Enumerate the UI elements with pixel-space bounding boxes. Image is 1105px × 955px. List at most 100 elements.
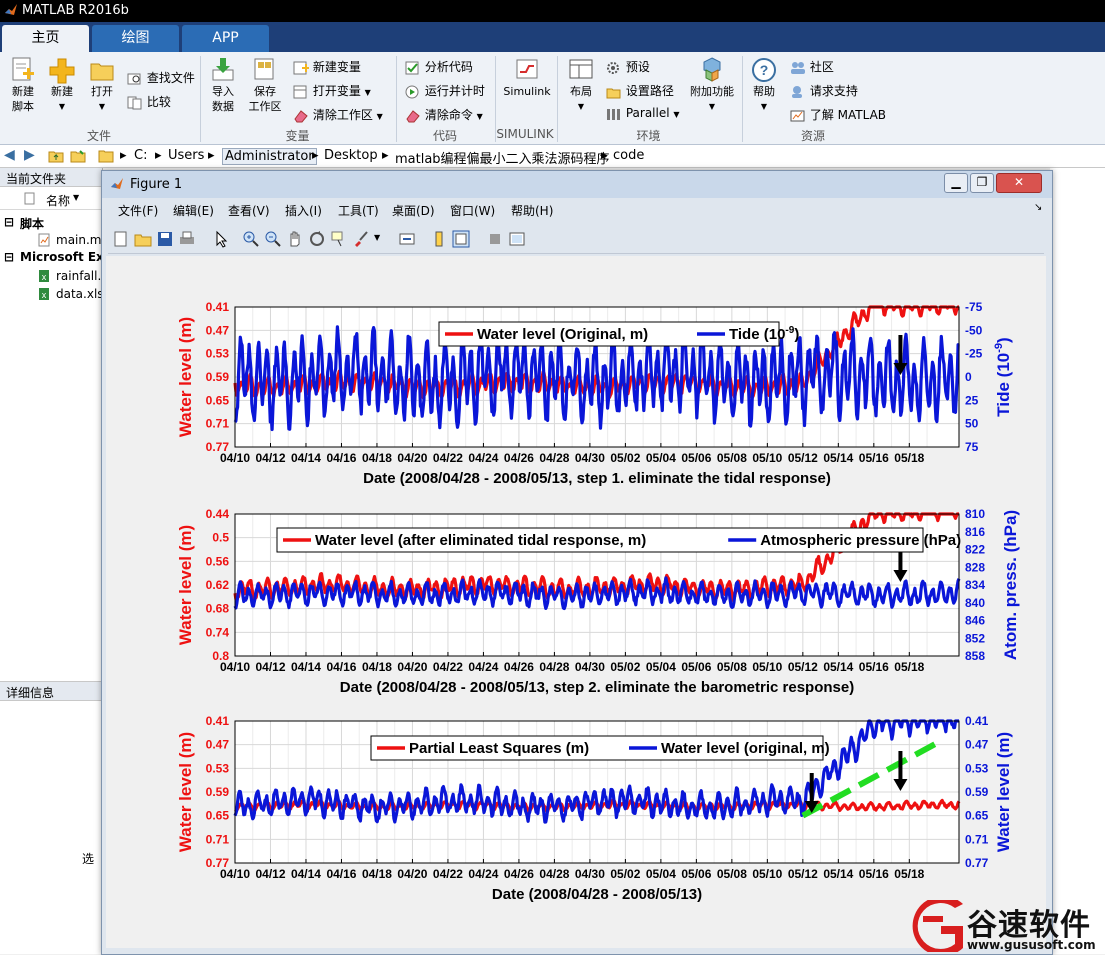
group-toggle-icon[interactable]: ⊟ (4, 250, 14, 264)
layout-dropdown-icon[interactable]: ▼ (564, 99, 598, 114)
open-file-icon[interactable] (134, 230, 152, 248)
run-and-time-icon (405, 85, 419, 98)
new-dropdown-icon[interactable]: ▼ (46, 99, 78, 114)
menu-view[interactable]: 查看(V) (228, 202, 270, 219)
y2-tick-label: 840 (965, 596, 985, 610)
community-button[interactable]: 社区 (790, 58, 834, 75)
save-workspace-icon (254, 58, 274, 80)
breadcrumb-segment[interactable]: C: (134, 148, 147, 163)
addons-dropdown-icon[interactable]: ▼ (686, 99, 738, 114)
analyze-code-button[interactable]: 分析代码 (405, 58, 473, 75)
pan-hand-icon[interactable] (286, 230, 304, 248)
y2-axis-label: Water level (m) (994, 732, 1013, 852)
file-item[interactable]: main.m (56, 233, 102, 247)
y2-tick-label: -25 (965, 347, 983, 361)
tab-plots[interactable]: 绘图 (92, 25, 179, 52)
open-variable-dropdown-icon[interactable]: ▼ (365, 88, 371, 97)
x-tick-label: 04/22 (433, 867, 463, 881)
menu-edit[interactable]: 编辑(E) (173, 202, 214, 219)
section-environment-label: 环境 (636, 129, 661, 143)
new-figure-icon[interactable] (112, 230, 130, 248)
link-plot-icon[interactable] (398, 230, 416, 248)
minimize-button[interactable]: ▁ (944, 173, 968, 193)
breadcrumb-segment[interactable]: code (613, 148, 644, 163)
open-variable-button[interactable]: 打开变量 ▼ (293, 82, 371, 99)
figure-title-bar[interactable]: Figure 1 ▁ ❐ ✕ (102, 171, 1052, 198)
help-dropdown-icon[interactable]: ▼ (748, 99, 780, 114)
new-script-button[interactable]: 新建 脚本 (6, 56, 40, 114)
save-workspace-button[interactable]: 保存 工作区 (246, 56, 284, 114)
menu-tools[interactable]: 工具(T) (338, 202, 379, 219)
menu-help[interactable]: 帮助(H) (511, 202, 553, 219)
breadcrumb-segment[interactable]: Users (168, 148, 204, 163)
clear-commands-button[interactable]: 清除命令 ▼ (405, 106, 483, 123)
sort-dropdown-icon[interactable]: ▼ (73, 193, 79, 202)
print-icon[interactable] (178, 230, 196, 248)
forward-arrow-icon[interactable]: ▶ (24, 147, 35, 163)
x-tick-label: 04/14 (291, 867, 321, 881)
close-button[interactable]: ✕ (996, 173, 1042, 193)
current-folder-panel: 当前文件夹 名称 ▼ ⊟ 脚本 main.m ⊟ Microsoft Exc x… (0, 168, 111, 954)
menu-window[interactable]: 窗口(W) (450, 202, 495, 219)
x-tick-label: 05/08 (717, 451, 747, 465)
zoom-out-icon[interactable] (264, 230, 282, 248)
compare-button[interactable]: 比较 (127, 93, 171, 110)
brush-dropdown-icon[interactable]: ▼ (374, 233, 380, 242)
rotate-3d-icon[interactable] (308, 230, 326, 248)
name-column-header[interactable]: 名称 (46, 192, 70, 209)
open-dropdown-icon[interactable]: ▼ (86, 99, 118, 114)
menu-insert[interactable]: 插入(I) (285, 202, 322, 219)
menu-file[interactable]: 文件(F) (118, 202, 158, 219)
y2-tick-label: 846 (965, 614, 985, 628)
learn-matlab-button[interactable]: 了解 MATLAB (790, 106, 886, 123)
back-arrow-icon[interactable]: ◀ (4, 147, 15, 163)
simulink-button[interactable]: Simulink (500, 56, 554, 99)
menu-desktop[interactable]: 桌面(D) (392, 202, 435, 219)
show-tools-icon[interactable] (508, 230, 526, 248)
parallel-button[interactable]: Parallel ▼ (606, 106, 680, 121)
run-and-time-button[interactable]: 运行并计时 (405, 82, 485, 99)
new-variable-button[interactable]: 新建变量 (293, 58, 361, 75)
zoom-in-icon[interactable] (242, 230, 260, 248)
find-files-button[interactable]: 查找文件 (127, 69, 195, 86)
ribbon-tab-bar: 主页 绘图 APP (0, 22, 1105, 52)
pointer-icon[interactable] (212, 230, 230, 248)
y2-tick-label: 0.65 (965, 809, 989, 823)
brush-icon[interactable] (352, 230, 370, 248)
maximize-button[interactable]: ❐ (970, 173, 994, 193)
file-item[interactable]: data.xls (56, 287, 104, 301)
save-icon[interactable] (156, 230, 174, 248)
x-tick-label: 04/30 (575, 451, 605, 465)
preferences-button[interactable]: 预设 (606, 58, 650, 75)
data-cursor-icon[interactable] (330, 230, 348, 248)
clear-workspace-dropdown-icon[interactable]: ▼ (377, 112, 383, 121)
request-support-button[interactable]: 请求支持 (790, 82, 858, 99)
up-folder-icon[interactable] (48, 148, 64, 163)
hide-tools-icon[interactable] (486, 230, 504, 248)
parallel-dropdown-icon[interactable]: ▼ (673, 110, 679, 119)
colorbar-icon[interactable] (430, 230, 448, 248)
group-toggle-icon[interactable]: ⊟ (4, 215, 14, 229)
breadcrumb-segment[interactable]: matlab编程偏最小二入乘法源码程序 (395, 148, 610, 167)
addons-button[interactable]: 附加功能 ▼ (686, 56, 738, 114)
x-tick-label: 05/08 (717, 867, 747, 881)
layout-button[interactable]: 布局 ▼ (564, 56, 598, 114)
open-button[interactable]: 打开 ▼ (86, 56, 118, 114)
help-button[interactable]: ? 帮助 ▼ (748, 56, 780, 114)
column-header[interactable]: 名称 ▼ (0, 189, 102, 210)
breadcrumb-segment[interactable]: Desktop (324, 148, 378, 163)
new-button[interactable]: 新建 ▼ (46, 56, 78, 114)
clear-commands-dropdown-icon[interactable]: ▼ (477, 112, 483, 121)
browse-folder-icon[interactable] (70, 148, 86, 163)
clear-workspace-button[interactable]: 清除工作区 ▼ (293, 106, 383, 123)
import-data-button[interactable]: 导入 数据 (206, 56, 240, 114)
y-tick-label: 0.41 (206, 714, 230, 728)
breadcrumb-segment[interactable]: Administrator (222, 148, 317, 165)
tab-home[interactable]: 主页 (2, 25, 89, 52)
set-path-button[interactable]: 设置路径 (606, 82, 674, 99)
tab-apps[interactable]: APP (182, 25, 269, 52)
legend-icon[interactable] (452, 230, 470, 248)
x-tick-label: 04/16 (326, 867, 356, 881)
dock-arrow-icon[interactable]: ↘ (1034, 202, 1042, 213)
details-panel-header: 详细信息 (0, 681, 102, 701)
